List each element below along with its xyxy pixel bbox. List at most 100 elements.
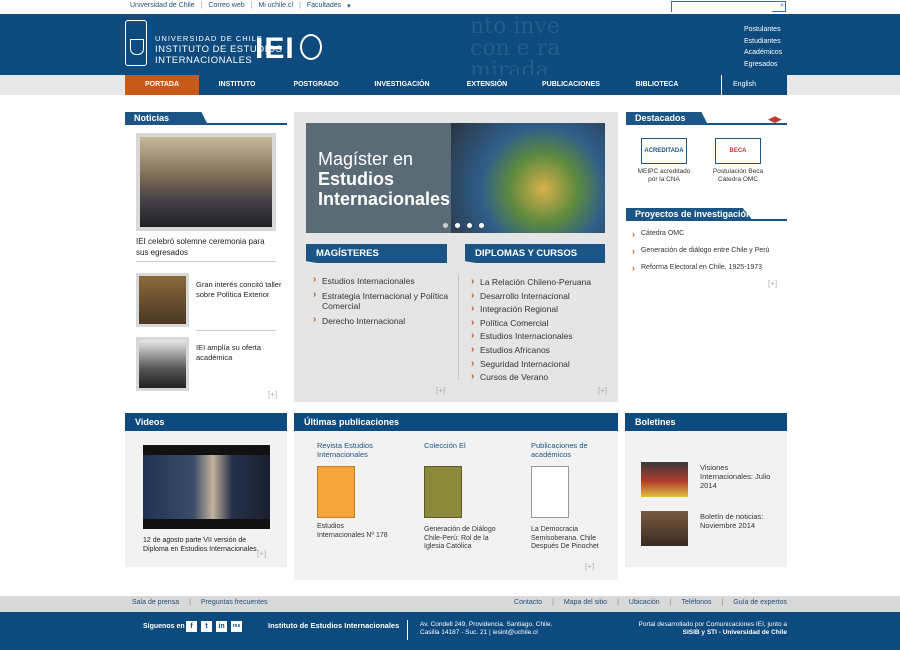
banner-line-3: Internacionales	[318, 189, 451, 209]
nav-investigacion[interactable]: INVESTIGACIÓN	[357, 75, 447, 95]
videos-more-link[interactable]: [+]	[257, 549, 266, 558]
prev-arrow-icon[interactable]: ◀	[768, 114, 775, 124]
separator: |	[669, 599, 672, 606]
banner-globe-image	[451, 123, 605, 233]
slider-banner[interactable]: Magíster en Estudios Internacionales	[306, 123, 605, 233]
pub-caption-academicos[interactable]: La Democracia Semisoberana. Chile Despué…	[531, 526, 606, 552]
pub-cover-coleccion[interactable]	[424, 466, 462, 518]
twitter-icon[interactable]: t	[201, 621, 212, 632]
nav-portada[interactable]: PORTADA	[125, 75, 199, 95]
news-thumb-1[interactable]	[136, 273, 189, 327]
magister-item[interactable]: Estrategia Internacional y Política Come…	[313, 290, 451, 312]
logo-institute-line2[interactable]: INTERNACIONALES	[155, 55, 252, 66]
pub-title-coleccion[interactable]: Colección El	[424, 441, 494, 450]
pub-caption-revista[interactable]: Estudios Internacionales Nº 178	[317, 523, 392, 540]
diploma-item[interactable]: Estudios Internacionales	[471, 329, 611, 344]
footer-link-contacto[interactable]: Contacto	[514, 599, 542, 606]
nav-publicaciones[interactable]: PUBLICACIONES	[527, 75, 615, 95]
destacados-arrows: ◀▶	[768, 114, 782, 125]
logo-university[interactable]: UNIVERSIDAD DE CHILE	[155, 34, 263, 43]
news-item-1[interactable]: Gran interés concitó taller sobre Políti…	[196, 280, 284, 300]
university-seal-icon[interactable]	[125, 20, 147, 66]
site-footer: Síguenos en f t in rss Instituto de Estu…	[0, 612, 900, 650]
slider-dot[interactable]	[479, 223, 484, 228]
nav-biblioteca[interactable]: BIBLIOTECA	[615, 75, 699, 95]
nav-extension[interactable]: EXTENSIÓN	[447, 75, 527, 95]
chevron-down-icon[interactable]: ▾	[347, 2, 351, 10]
diploma-item[interactable]: Política Comercial	[471, 316, 611, 331]
badge-acreditada[interactable]: ACREDITADA MEIPC acreditado por la CNA	[634, 138, 694, 184]
diploma-item[interactable]: Integración Regional	[471, 302, 611, 317]
nav-instituto[interactable]: INSTITUTO	[199, 75, 275, 95]
main-nav: PORTADA INSTITUTO POSTGRADO INVESTIGACIÓ…	[125, 75, 787, 95]
top-link-facultades[interactable]: Facultades	[307, 2, 341, 10]
top-link-universidad[interactable]: Universidad de Chile	[130, 2, 195, 10]
linkedin-icon[interactable]: in	[216, 621, 227, 632]
footer-link-sala-prensa[interactable]: Sala de prensa	[132, 599, 179, 606]
pub-cover-revista[interactable]	[317, 466, 355, 518]
link-estudiantes[interactable]: Estudiantes	[744, 36, 782, 48]
publicaciones-more-link[interactable]: [+]	[585, 562, 594, 571]
news-main-caption[interactable]: IEI celebró solemne ceremonia para sus e…	[136, 236, 276, 258]
top-link-correo[interactable]: Correo web	[208, 2, 244, 10]
footer-contact[interactable]: Casilla 14187 - Suc. 21 | iesint@uchile.…	[420, 629, 538, 636]
proyectos-more-link[interactable]: [+]	[768, 279, 777, 288]
pub-title-revista[interactable]: Revista Estudios Internacionales	[317, 441, 387, 459]
link-postulantes[interactable]: Postulantes	[744, 24, 782, 36]
divider	[136, 261, 276, 262]
next-arrow-icon[interactable]: ▶	[775, 114, 782, 124]
slider-dot[interactable]	[443, 223, 448, 228]
footer-link-preguntas[interactable]: Preguntas frecuentes	[201, 599, 268, 606]
slider-dot[interactable]	[455, 223, 460, 228]
diploma-item[interactable]: Cursos de Verano	[471, 370, 611, 385]
videos-title: Videos	[125, 413, 287, 431]
magister-item[interactable]: Derecho Internacional	[313, 315, 451, 327]
badge-label: Postulación Beca Cátedra OMC	[712, 168, 764, 183]
diploma-item[interactable]: Seguridad Internacional	[471, 357, 611, 372]
footer-link-expertos[interactable]: Guía de expertos	[733, 599, 787, 606]
boletin-item-2[interactable]: Boletín de noticias: Noviembre 2014	[700, 512, 775, 530]
link-egresados[interactable]: Egresados	[744, 59, 782, 71]
pub-cover-academicos[interactable]	[531, 466, 569, 518]
proyecto-item[interactable]: Cátedra OMC	[632, 229, 769, 239]
nav-english[interactable]: English	[721, 75, 767, 95]
footer-link-ubicacion[interactable]: Ubicación	[629, 599, 660, 606]
link-academicos[interactable]: Académicos	[744, 47, 782, 59]
diploma-item[interactable]: Estudios Africanos	[471, 343, 611, 358]
separator: |	[250, 2, 253, 9]
footer-institute: Instituto de Estudios Internacionales	[268, 621, 400, 630]
rss-icon[interactable]: rss	[231, 621, 242, 632]
diploma-item[interactable]: La Relación Chileno-Peruana	[471, 275, 611, 290]
noticias-more-link[interactable]: [+]	[268, 390, 277, 399]
search-icon[interactable]: ⌕	[780, 2, 784, 10]
nav-postgrado[interactable]: POSTGRADO	[275, 75, 357, 95]
footer-credit-link[interactable]: SISIB y STI - Universidad de Chile	[683, 629, 787, 636]
video-player[interactable]	[143, 445, 270, 529]
facebook-icon[interactable]: f	[186, 621, 197, 632]
iei-logo[interactable]: IEI	[255, 32, 295, 66]
news-thumb-2[interactable]	[136, 337, 189, 391]
boletin-thumb-2[interactable]	[641, 511, 688, 546]
diploma-item[interactable]: Desarrollo Internacional	[471, 289, 611, 304]
separator: |	[552, 599, 554, 606]
pub-caption-coleccion[interactable]: Generación de Diálogo Chile-Perú: Rol de…	[424, 526, 499, 552]
diplomas-more-link[interactable]: [+]	[598, 386, 607, 395]
news-main-image[interactable]	[136, 133, 276, 231]
video-caption[interactable]: 12 de agosto parte VII versión de Diplom…	[143, 536, 268, 554]
proyectos-underline	[626, 219, 787, 221]
accreditation-icon: ACREDITADA	[641, 138, 687, 164]
pub-title-academicos[interactable]: Publicaciones de académicos	[531, 441, 601, 459]
top-link-miuchile[interactable]: Mi uchile.cl	[258, 2, 293, 10]
footer-link-telefonos[interactable]: Teléfonos	[682, 599, 712, 606]
magisteres-more-link[interactable]: [+]	[436, 386, 445, 395]
boletin-thumb-1[interactable]	[641, 462, 688, 497]
proyecto-item[interactable]: Generación de diálogo entre Chile y Perú	[632, 246, 769, 256]
news-item-2[interactable]: IEI amplía su oferta académica	[196, 343, 284, 363]
badge-beca[interactable]: BECA Postulación Beca Cátedra OMC	[708, 138, 768, 184]
slider-dot[interactable]	[467, 223, 472, 228]
proyecto-item[interactable]: Reforma Electoral en Chile, 1925-1973	[632, 263, 769, 273]
search-input[interactable]	[672, 5, 772, 14]
boletin-item-1[interactable]: Visiones Internacionales: Julio 2014	[700, 463, 775, 490]
magister-item[interactable]: Estudios Internacionales	[313, 275, 451, 287]
footer-link-mapa[interactable]: Mapa del sitio	[564, 599, 607, 606]
